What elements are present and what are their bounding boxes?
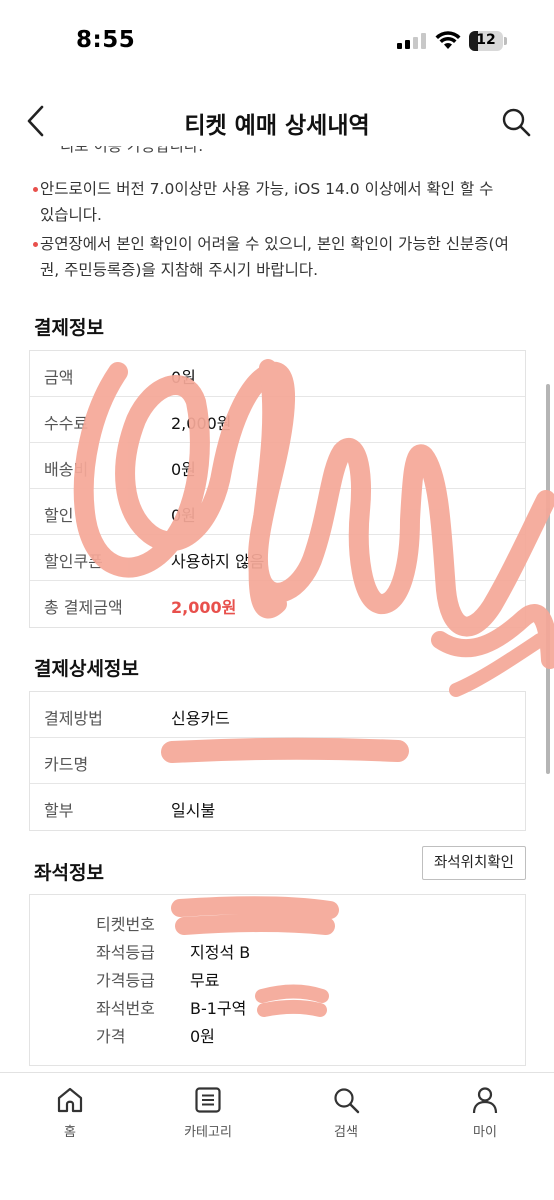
row-label: 가격 [96, 1027, 126, 1046]
scrollbar[interactable] [546, 384, 550, 774]
notice-text: 공연장에서 본인 확인이 어려울 수 있으니, 본인 확인이 가능한 신분증(여… [40, 235, 509, 279]
row-label: 할인 [44, 506, 74, 525]
status-time: 8:55 [76, 27, 136, 53]
bullet-icon [33, 187, 38, 192]
row-value: 일시불 [171, 801, 216, 820]
row-value: 0원 [171, 460, 196, 479]
tab-home[interactable]: 홈 [15, 1085, 125, 1140]
notice-item: 안드로이드 버전 7.0이상만 사용 가능, iOS 14.0 이상에서 확인 … [33, 176, 510, 228]
page-title: 티켓 예매 상세내역 [184, 113, 370, 139]
nav-bar: 티켓 예매 상세내역 [0, 94, 554, 150]
row-label: 할인쿠폰 [44, 552, 103, 571]
row-value: 0원 [171, 368, 196, 387]
status-bar: 8:55 12 [0, 0, 554, 84]
row-value: 신용카드 [171, 709, 230, 728]
payment-info-table: 금액 0원 수수료 2,000원 배송비 0원 할인 0원 할인쿠폰 사용하지 … [29, 350, 526, 628]
battery-level: 12 [476, 32, 496, 48]
notice-cut-off-line: 리로 이용 가능합니다. [60, 146, 204, 155]
redaction-scribble [449, 633, 547, 697]
table-row: 카드명 [30, 738, 525, 784]
row-label: 수수료 [44, 414, 89, 433]
payment-detail-title: 결제상세정보 [34, 658, 139, 680]
row-label: 좌석등급 [96, 943, 155, 962]
row-value: B-1구역 [190, 999, 247, 1018]
row-value: 무료 [190, 971, 220, 990]
seat-location-button[interactable]: 좌석위치확인 [422, 846, 526, 880]
tab-category[interactable]: 카테고리 [153, 1085, 263, 1140]
tab-my[interactable]: 마이 [430, 1085, 540, 1140]
row-value: 0원 [171, 506, 196, 525]
row-label: 금액 [44, 368, 74, 387]
row-label: 티켓번호 [96, 915, 155, 934]
search-icon [334, 1088, 360, 1114]
notice-item: 공연장에서 본인 확인이 어려울 수 있으니, 본인 확인이 가능한 신분증(여… [33, 231, 510, 283]
row-label: 할부 [44, 801, 74, 820]
notice-text: 안드로이드 버전 7.0이상만 사용 가능, iOS 14.0 이상에서 확인 … [40, 180, 494, 224]
table-row: 수수료 2,000원 [30, 397, 525, 443]
total-amount: 2,000원 [171, 598, 237, 617]
tab-label: 홈 [64, 1125, 76, 1140]
table-row: 금액 0원 [30, 351, 525, 397]
table-row: 결제방법 신용카드 [30, 692, 525, 738]
row-value: 지정석 B [190, 943, 251, 962]
row-value: 2,000원 [171, 414, 232, 433]
cellular-signal-icon [397, 33, 427, 49]
list-icon [195, 1087, 221, 1113]
row-value: 사용하지 않음 [171, 552, 265, 571]
tab-label: 마이 [473, 1125, 497, 1140]
row-label: 좌석번호 [96, 999, 155, 1018]
table-row: 총 결제금액 2,000원 [30, 581, 525, 627]
row-label: 가격등급 [96, 971, 155, 990]
table-row: 배송비 0원 [30, 443, 525, 489]
row-label: 결제방법 [44, 709, 103, 728]
person-icon [472, 1087, 498, 1114]
seat-info-box: 티켓번호 좌석등급 지정석 B 가격등급 무료 좌석번호 B-1구역 가격 0원 [29, 894, 526, 1066]
row-label: 총 결제금액 [44, 598, 123, 617]
tab-label: 카테고리 [184, 1125, 232, 1140]
row-label: 카드명 [44, 755, 89, 774]
tab-label: 검색 [334, 1125, 358, 1140]
row-label: 배송비 [44, 460, 89, 479]
bottom-tab-bar: 홈 카테고리 검색 마이 [0, 1072, 554, 1200]
table-row: 할인쿠폰 사용하지 않음 [30, 535, 525, 581]
wifi-icon [435, 31, 461, 49]
search-icon[interactable] [500, 106, 532, 138]
seat-info-title: 좌석정보 [34, 862, 104, 884]
tab-search[interactable]: 검색 [291, 1085, 401, 1140]
battery-icon: 12 [469, 31, 507, 51]
bullet-icon [33, 242, 38, 247]
table-row: 할인 0원 [30, 489, 525, 535]
table-row: 할부 일시불 [30, 784, 525, 830]
home-icon [57, 1087, 83, 1113]
payment-info-title: 결제정보 [34, 317, 104, 339]
row-value: 0원 [190, 1027, 215, 1046]
payment-detail-table: 결제방법 신용카드 카드명 할부 일시불 [29, 691, 526, 831]
